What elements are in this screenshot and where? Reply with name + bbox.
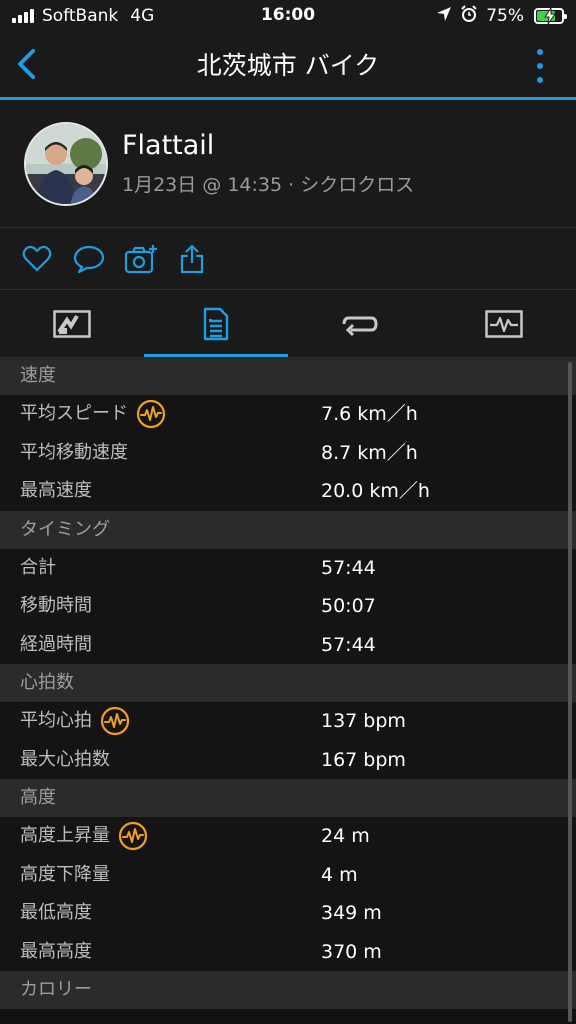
stat-value: 8.7 km／h [321, 441, 418, 464]
stat-label: 最大心拍数 [20, 748, 110, 770]
stat-row: 最高速度 20.0 km／h [0, 472, 576, 511]
camera-add-icon [124, 245, 157, 274]
action-bar [0, 228, 576, 290]
tab-stats[interactable] [144, 290, 288, 357]
battery-percent: 75% [486, 6, 524, 26]
like-button[interactable] [20, 242, 54, 276]
stat-label-wrap: 平均スピード [20, 395, 166, 434]
section-header: 心拍数 [0, 664, 576, 702]
stat-value: 137 bpm [321, 710, 406, 732]
stat-value: 57:44 [321, 633, 376, 656]
stat-label-wrap: 高度下降量 [20, 856, 110, 895]
stat-label-wrap: 移動時間 [20, 587, 92, 626]
stat-row: 平均移動速度 8.7 km／h [0, 433, 576, 473]
stat-row: 最低高度 349 m [0, 894, 576, 933]
stat-value: 167 bpm [321, 748, 406, 771]
section-header: 速度 [0, 357, 576, 395]
stat-row: 経過時間 57:44 [0, 625, 576, 665]
stat-value: 4 m [321, 863, 358, 886]
stat-label: 最低高度 [20, 902, 92, 923]
activity-header: Flattail 1月23日 @ 14:35 · シクロクロス [0, 100, 576, 228]
battery-charging-icon [534, 8, 567, 24]
stats-list[interactable]: 速度平均スピード 7.6 km／h 平均移動速度 8.7 km／h 最高速度 20.0 k… [0, 357, 576, 1024]
scrollbar[interactable] [568, 362, 572, 1022]
stat-label-wrap: 最高速度 [20, 472, 92, 511]
location-arrow-icon [436, 6, 452, 26]
stat-value: 24 m [321, 825, 370, 847]
stat-label-wrap: 合計 [20, 549, 56, 588]
stat-row: 合計 57:44 [0, 548, 576, 588]
page-title: 北茨城市 バイク [196, 51, 380, 80]
stats-list-icon [203, 307, 229, 340]
avatar[interactable] [24, 122, 108, 206]
stat-label: 高度上昇量 [20, 825, 110, 846]
share-button[interactable] [175, 242, 209, 276]
stat-label: 高度下降量 [20, 863, 110, 885]
stat-label-wrap: 平均心拍 [20, 702, 130, 741]
stat-row: 移動時間 50:07 [0, 587, 576, 626]
tab-laps[interactable] [288, 290, 432, 357]
stat-row: 高度上昇量 24 m [0, 817, 576, 856]
stat-label: 最高高度 [20, 940, 92, 962]
stat-value: 50:07 [321, 595, 376, 617]
alarm-icon [460, 5, 478, 27]
stat-row: 平均心拍 137 bpm [0, 702, 576, 741]
stat-value: 57:44 [321, 556, 376, 579]
stat-row: 最大心拍数 167 bpm [0, 740, 576, 780]
comment-button[interactable] [72, 242, 106, 276]
more-button[interactable] [532, 46, 548, 86]
stat-label: 平均移動速度 [20, 441, 128, 463]
map-overview-icon [53, 309, 91, 338]
stat-value: 370 m [321, 940, 382, 963]
tab-bar [0, 290, 576, 357]
activity-meta: 1月23日 @ 14:35 · シクロクロス [122, 174, 415, 196]
stat-value: 349 m [321, 902, 382, 924]
heart-rate-zone-icon[interactable] [100, 706, 130, 736]
stat-label: 経過時間 [20, 633, 92, 655]
heart-rate-zone-icon[interactable] [118, 821, 148, 851]
heart-rate-zone-icon[interactable] [136, 399, 166, 429]
user-name[interactable]: Flattail [122, 130, 214, 161]
stat-label: 移動時間 [20, 595, 92, 616]
stat-label-wrap: 高度上昇量 [20, 817, 148, 856]
laps-icon [342, 316, 378, 336]
nav-bar: 北茨城市 バイク [0, 32, 576, 100]
stat-label: 平均心拍 [20, 710, 92, 731]
heart-icon [22, 245, 52, 272]
more-vertical-icon [537, 49, 543, 55]
stat-value: 20.0 km／h [321, 480, 430, 502]
stat-label-wrap: 経過時間 [20, 626, 92, 665]
stat-row: 最高高度 370 m [0, 932, 576, 972]
section-header: 高度 [0, 779, 576, 817]
stat-value: 7.6 km／h [321, 403, 418, 425]
stat-label-wrap: 最高高度 [20, 933, 92, 972]
stat-label-wrap: 最低高度 [20, 894, 92, 933]
section-header: カロリー [0, 971, 576, 1009]
stat-row: 高度下降量 4 m [0, 855, 576, 895]
add-photo-button[interactable] [124, 242, 158, 276]
stat-row: 平均スピード 7.6 km／h [0, 395, 576, 434]
chart-icon [485, 309, 523, 338]
stat-label: 最高速度 [20, 480, 92, 501]
stat-label-wrap: 平均移動速度 [20, 434, 128, 473]
tab-charts[interactable] [432, 290, 576, 357]
stat-label: 平均スピード [20, 403, 128, 424]
share-icon [180, 244, 204, 274]
stat-label: 合計 [20, 556, 56, 578]
comment-icon [73, 245, 105, 274]
section-header: タイミング [0, 510, 576, 549]
stat-label-wrap: 最大心拍数 [20, 741, 110, 780]
status-bar: SoftBank 4G 16:00 75% [0, 0, 576, 32]
tab-map-overview[interactable] [0, 290, 144, 357]
